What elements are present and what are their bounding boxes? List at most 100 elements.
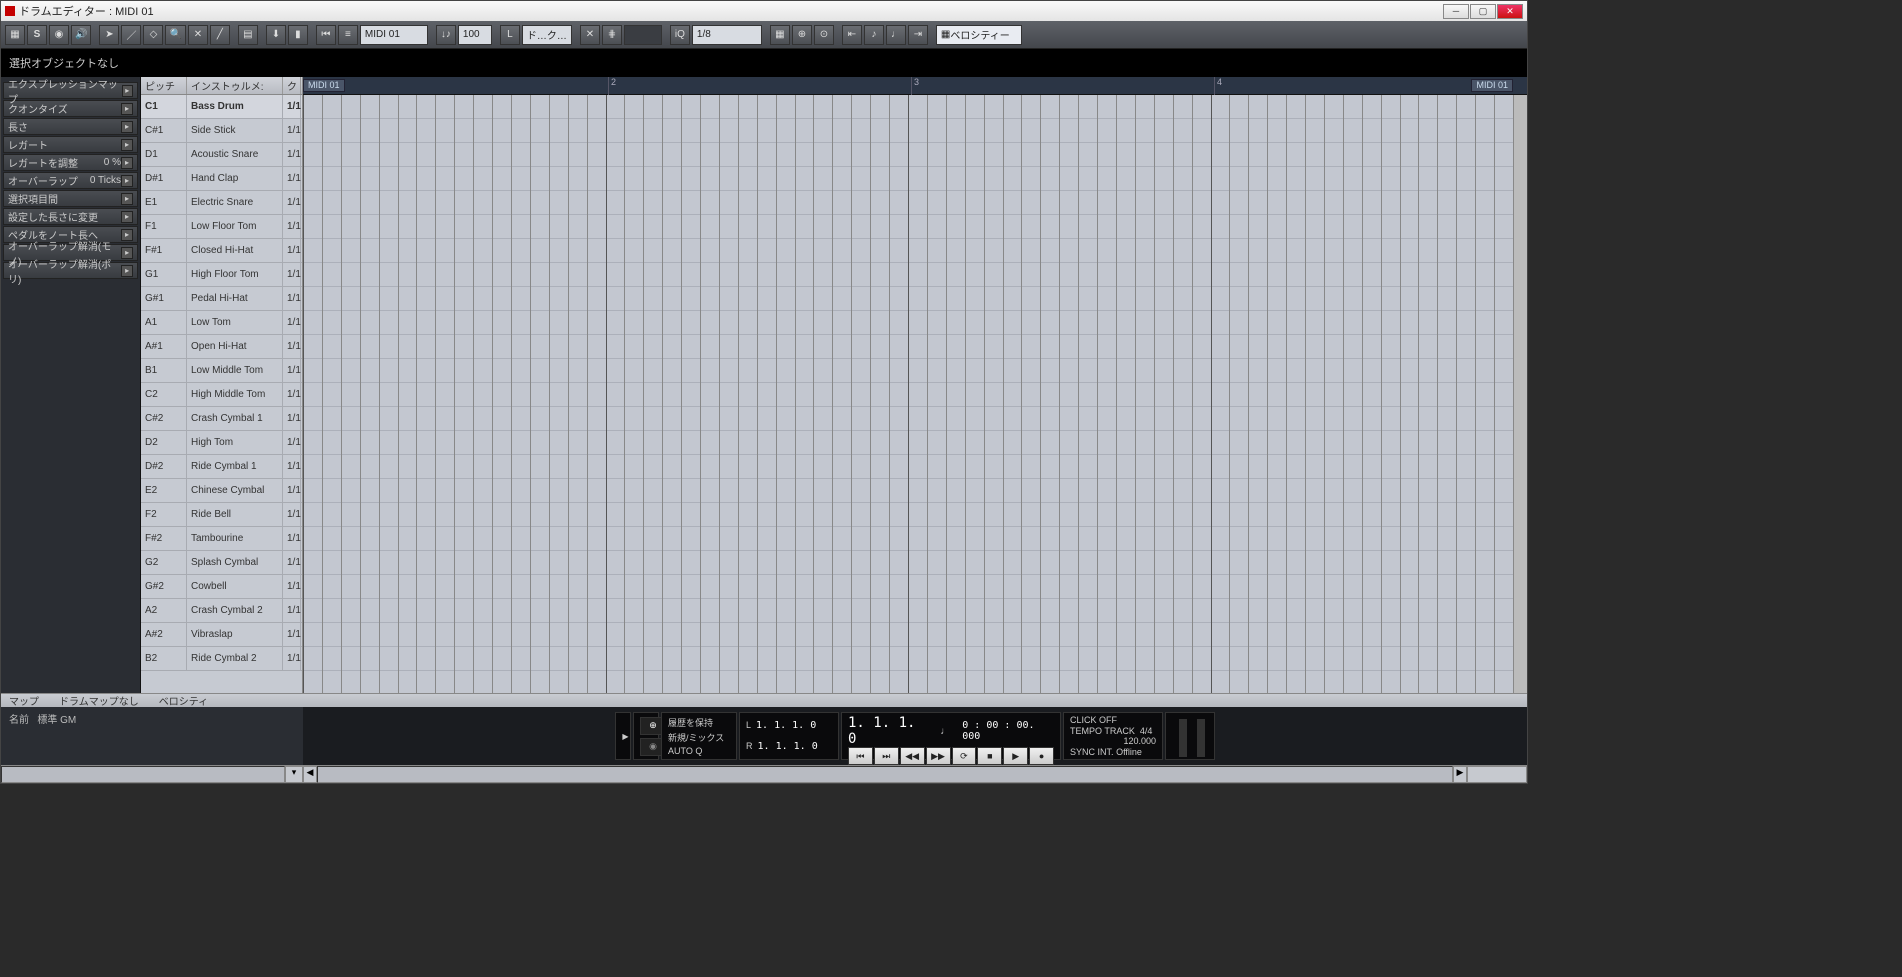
velocity-button[interactable]: ↓♪ bbox=[436, 25, 456, 45]
part-start-tag[interactable]: MIDI 01 bbox=[303, 79, 345, 92]
drum-row[interactable]: G2Splash Cymbal1/1 bbox=[141, 551, 302, 575]
part-name-field[interactable]: MIDI 01 bbox=[360, 25, 428, 45]
minimize-button[interactable]: ─ bbox=[1443, 4, 1469, 19]
inspector-row[interactable]: 設定した長さに変更▸ bbox=[3, 208, 138, 225]
header-pitch[interactable]: ピッチ bbox=[141, 77, 187, 94]
inspector-row[interactable]: 選択項目間▸ bbox=[3, 190, 138, 207]
inspector-row[interactable]: オーバーラップ解消(ポリ)▸ bbox=[3, 262, 138, 279]
step3-button[interactable]: ♩ bbox=[886, 25, 906, 45]
timeline-ruler[interactable]: MIDI 01 MIDI 01 234 bbox=[303, 77, 1527, 95]
expand-icon[interactable]: ▸ bbox=[121, 193, 133, 205]
drum-row[interactable]: C2High Middle Tom1/1 bbox=[141, 383, 302, 407]
header-instrument[interactable]: インストゥルメ: bbox=[187, 77, 283, 94]
sync-offline[interactable]: Offline bbox=[1116, 747, 1142, 757]
expand-icon[interactable]: ▸ bbox=[121, 103, 133, 115]
grid-button[interactable]: ⋕ bbox=[602, 25, 622, 45]
vertical-scrollbar[interactable] bbox=[1513, 95, 1527, 693]
new-mix[interactable]: 新規/ミックス bbox=[668, 731, 730, 744]
timesig[interactable]: 4/4 bbox=[1140, 726, 1153, 736]
drum-row[interactable]: C1Bass Drum1/1 bbox=[141, 95, 302, 119]
primary-time[interactable]: 0 : 00 : 00. 000 bbox=[962, 720, 1054, 742]
solo-button[interactable]: S bbox=[27, 25, 47, 45]
drum-row[interactable]: G1High Floor Tom1/1 bbox=[141, 263, 302, 287]
auto-q[interactable]: AUTO Q bbox=[668, 746, 730, 756]
drumstick-tool[interactable]: ／ bbox=[121, 25, 141, 45]
header-quantize[interactable]: ク bbox=[283, 77, 301, 94]
locator-L[interactable]: L bbox=[746, 720, 751, 730]
arrow-tool[interactable]: ➤ bbox=[99, 25, 119, 45]
drum-row[interactable]: A1Low Tom1/1 bbox=[141, 311, 302, 335]
drummap-none[interactable]: ドラムマップなし bbox=[59, 693, 139, 708]
zoom-tool[interactable]: 🔍 bbox=[165, 25, 185, 45]
drum-row[interactable]: F#2Tambourine1/1 bbox=[141, 527, 302, 551]
left-locator[interactable]: 1. 1. 1. 0 bbox=[756, 720, 816, 731]
play-button[interactable]: ▶ bbox=[1003, 747, 1028, 765]
inspector-row[interactable]: レガート▸ bbox=[3, 136, 138, 153]
setting1-button[interactable]: ⊕ bbox=[792, 25, 812, 45]
scroll-left-button[interactable]: ◀ bbox=[303, 766, 317, 783]
expand-icon[interactable]: ▸ bbox=[121, 247, 133, 259]
inspector-row[interactable]: エクスプレッションマップ▸ bbox=[3, 82, 138, 99]
right-locator[interactable]: 1. 1. 1. 0 bbox=[758, 741, 818, 752]
record-button[interactable]: ● bbox=[1029, 747, 1054, 765]
mute-tool[interactable]: ✕ bbox=[188, 25, 208, 45]
expand-icon[interactable]: ▸ bbox=[121, 139, 133, 151]
sync-int[interactable]: INT. bbox=[1098, 747, 1114, 757]
drum-row[interactable]: G#2Cowbell1/1 bbox=[141, 575, 302, 599]
solo-edit-button[interactable]: ▦ bbox=[5, 25, 25, 45]
grid-type[interactable] bbox=[624, 25, 662, 45]
velocity-menu[interactable]: ▦ ベロシティー bbox=[936, 25, 1022, 45]
velocity-tab[interactable]: ベロシティ bbox=[159, 693, 208, 708]
expand-icon[interactable]: ▸ bbox=[121, 157, 133, 169]
drum-row[interactable]: D1Acoustic Snare1/1 bbox=[141, 143, 302, 167]
drum-row[interactable]: D#1Hand Clap1/1 bbox=[141, 167, 302, 191]
h-scroll-left[interactable] bbox=[1, 766, 285, 783]
expand-icon[interactable]: ▸ bbox=[121, 175, 133, 187]
setting2-button[interactable]: ⊙ bbox=[814, 25, 834, 45]
scroll-right-button[interactable]: ▶ bbox=[1453, 766, 1467, 783]
erase-tool[interactable]: ◇ bbox=[143, 25, 163, 45]
drum-row[interactable]: A2Crash Cymbal 21/1 bbox=[141, 599, 302, 623]
part-left-button[interactable]: ⏮ bbox=[316, 25, 336, 45]
auto-scroll-button[interactable]: ▤ bbox=[238, 25, 258, 45]
rewind-start-button[interactable]: ⏮ bbox=[848, 747, 873, 765]
speaker-button[interactable]: 🔊 bbox=[71, 25, 91, 45]
expand-icon[interactable]: ▸ bbox=[121, 121, 133, 133]
drum-row[interactable]: B2Ride Cymbal 21/1 bbox=[141, 647, 302, 671]
part-mode-button[interactable]: ≡ bbox=[338, 25, 358, 45]
drum-row[interactable]: A#2Vibraslap1/1 bbox=[141, 623, 302, 647]
cycle-button[interactable]: ⟳ bbox=[952, 747, 977, 765]
locator-R[interactable]: R bbox=[746, 741, 753, 751]
drum-row[interactable]: B1Low Middle Tom1/1 bbox=[141, 359, 302, 383]
midi-in-button[interactable]: ⬇ bbox=[266, 25, 286, 45]
drum-row[interactable]: F#1Closed Hi-Hat1/1 bbox=[141, 239, 302, 263]
drum-row[interactable]: A#1Open Hi-Hat1/1 bbox=[141, 335, 302, 359]
tempo-mode[interactable]: TRACK bbox=[1104, 726, 1135, 736]
rewind-end-button[interactable]: ⏭ bbox=[874, 747, 899, 765]
expand-icon[interactable]: ▸ bbox=[122, 85, 133, 97]
primary-position[interactable]: 1. 1. 1. 0 bbox=[848, 715, 928, 747]
fast-forward-button[interactable]: ▶▶ bbox=[926, 747, 951, 765]
record-here-button[interactable]: ◉ bbox=[49, 25, 69, 45]
dq-field[interactable]: ド…ク… bbox=[522, 25, 572, 45]
insert-velocity-field[interactable]: 100 bbox=[458, 25, 492, 45]
drum-grid-canvas[interactable]: MIDI 01 MIDI 01 234 bbox=[303, 77, 1527, 693]
maximize-button[interactable]: ▢ bbox=[1470, 4, 1496, 19]
snap-x-button[interactable]: ✕ bbox=[580, 25, 600, 45]
keep-history[interactable]: 履歴を保持 bbox=[668, 716, 730, 729]
drum-row[interactable]: F2Ride Bell1/1 bbox=[141, 503, 302, 527]
L-button[interactable]: L bbox=[500, 25, 520, 45]
iq-button[interactable]: iQ bbox=[670, 25, 690, 45]
drum-row[interactable]: G#1Pedal Hi-Hat1/1 bbox=[141, 287, 302, 311]
part-end-tag[interactable]: MIDI 01 bbox=[1471, 79, 1513, 92]
line-tool[interactable]: ╱ bbox=[210, 25, 230, 45]
expand-icon[interactable]: ▸ bbox=[121, 229, 133, 241]
h-scroll-main[interactable] bbox=[317, 766, 1453, 783]
fast-rewind-button[interactable]: ◀◀ bbox=[900, 747, 925, 765]
expand-icon[interactable]: ▸ bbox=[121, 265, 133, 277]
inspector-row[interactable]: 長さ▸ bbox=[3, 118, 138, 135]
quantize-preset[interactable]: 1/8 bbox=[692, 25, 762, 45]
inspector-row[interactable]: レガートを調整0 %▸ bbox=[3, 154, 138, 171]
inspector-row[interactable]: オーバーラップ0 Ticks▸ bbox=[3, 172, 138, 189]
drum-row[interactable]: F1Low Floor Tom1/1 bbox=[141, 215, 302, 239]
